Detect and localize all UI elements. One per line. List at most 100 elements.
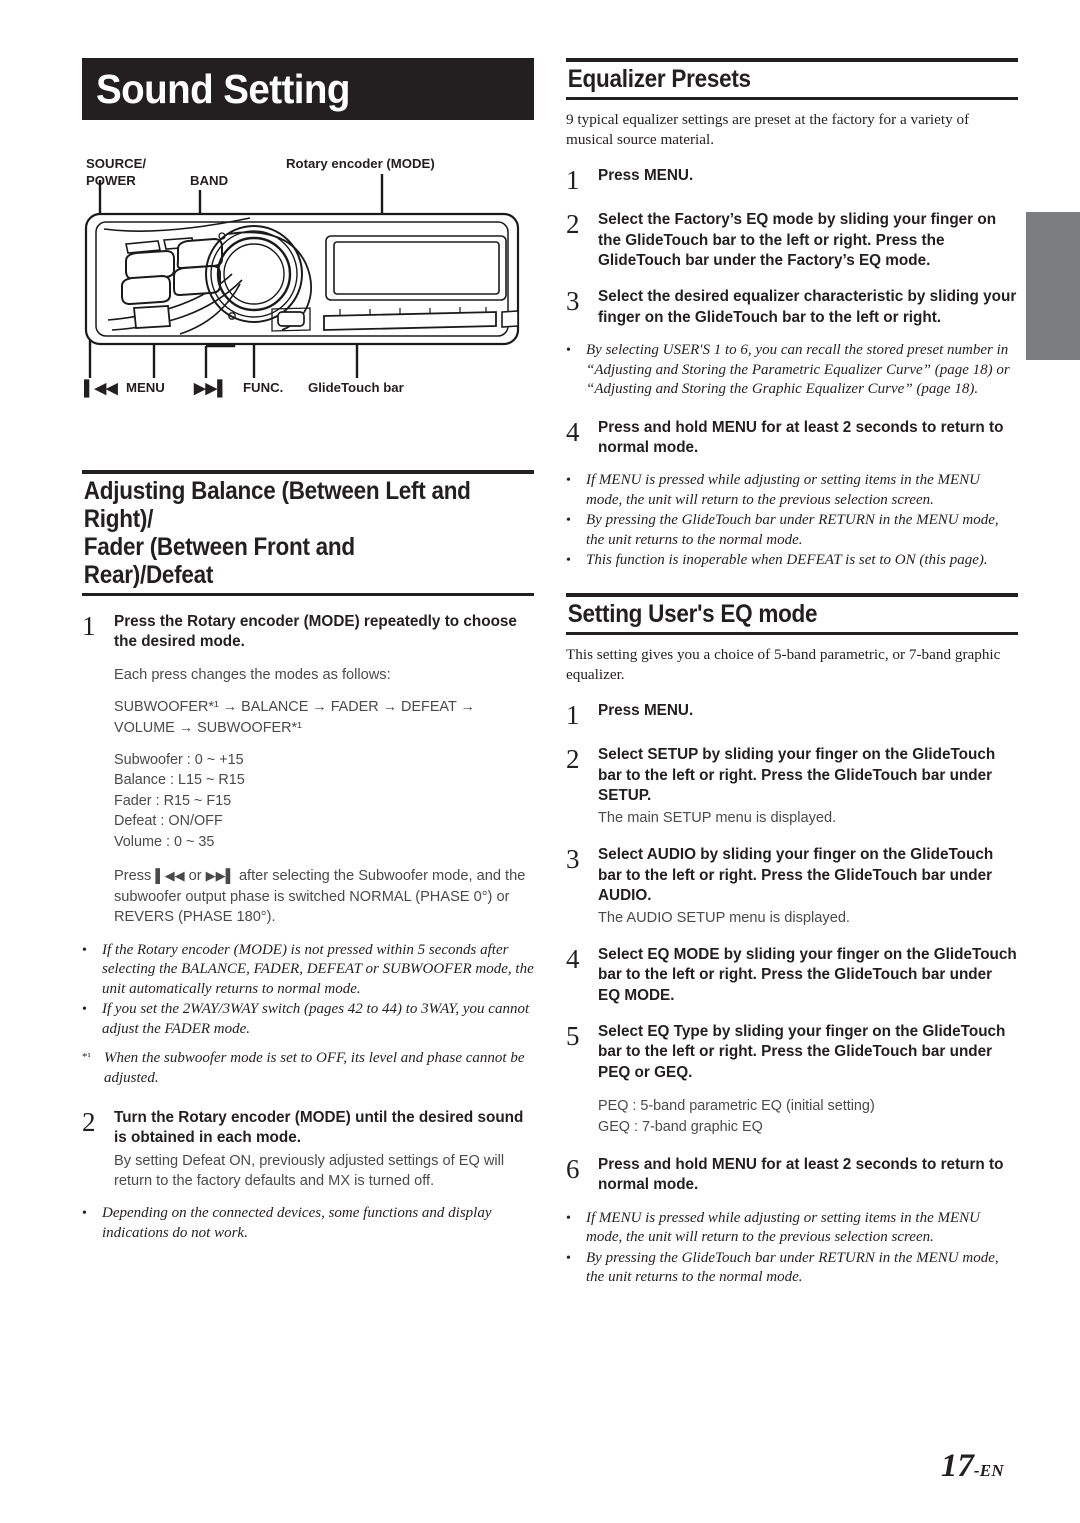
page-number-footer: 17-EN xyxy=(941,1448,1004,1485)
bullet-icon: • xyxy=(566,513,571,529)
step-number: 3 xyxy=(566,286,580,317)
step-subtext: The AUDIO SETUP menu is displayed. xyxy=(598,910,850,927)
notes-after-step3: • By selecting USER'S 1 to 6, you can re… xyxy=(566,341,1018,400)
step-item: 1 Press MENU. xyxy=(566,701,1018,729)
note-item: • This function is inoperable when DEFEA… xyxy=(566,551,1018,571)
each-press-text: Each press changes the modes as follows: xyxy=(114,666,391,683)
note-item: • By selecting USER'S 1 to 6, you can re… xyxy=(566,341,1018,400)
note-item: • If MENU is pressed while adjusting or … xyxy=(566,471,1018,510)
heading-rule-bottom xyxy=(566,631,1018,635)
step-item: 6 Press and hold MENU for at least 2 sec… xyxy=(566,1155,1018,1196)
step-number: 6 xyxy=(566,1154,580,1184)
step-item: 3 Select the desired equalizer character… xyxy=(566,287,1018,328)
eq-type-item: GEQ : 7-band graphic EQ xyxy=(598,1118,763,1135)
note-item: • By pressing the GlideTouch bar under R… xyxy=(566,1249,1018,1288)
note-item: • If you set the 2WAY/3WAY switch (pages… xyxy=(82,1000,534,1039)
step-number: 2 xyxy=(566,744,580,775)
bullet-icon: • xyxy=(82,1002,87,1018)
step-text: Select the desired equalizer characteris… xyxy=(598,288,1017,326)
range-item: Balance : L15 ~ R15 xyxy=(114,772,245,789)
step-text: Select the Factory’s EQ mode by sliding … xyxy=(598,211,997,270)
note-text: Depending on the connected devices, some… xyxy=(102,1205,492,1241)
step-number: 2 xyxy=(82,1107,96,1138)
page-language-suffix: -EN xyxy=(973,1461,1004,1480)
step-text: Select EQ MODE by sliding your finger on… xyxy=(598,946,1017,1004)
step-number: 1 xyxy=(566,700,580,731)
note-text: By pressing the GlideTouch bar under RET… xyxy=(586,512,999,548)
step-text: Press MENU. xyxy=(598,167,694,185)
note-item: • Depending on the connected devices, so… xyxy=(82,1204,534,1243)
step-text: Press MENU. xyxy=(598,702,694,720)
note-item: • By pressing the GlideTouch bar under R… xyxy=(566,511,1018,550)
note-text: If MENU is pressed while adjusting or se… xyxy=(586,472,981,508)
users-eq-intro: This setting gives you a choice of 5-ban… xyxy=(566,645,1001,684)
note-text: By pressing the GlideTouch bar under RET… xyxy=(586,1249,999,1286)
range-item: Subwoofer : 0 ~ +15 xyxy=(114,752,244,769)
left-column: Sound Setting SOURCE/POWER BAND Rotary e… xyxy=(82,58,534,1244)
bullet-icon: • xyxy=(566,553,571,569)
mode-flow-line-2: VOLUME → SUBWOOFER*¹ xyxy=(114,719,302,736)
note-text: If the Rotary encoder (MODE) is not pres… xyxy=(102,941,534,997)
mode-flow: SUBWOOFER*¹ → BALANCE → FADER → DEFEAT →… xyxy=(114,697,534,738)
step-text: Select SETUP by sliding your finger on t… xyxy=(598,746,996,804)
users-eq-notes: • If MENU is pressed while adjusting or … xyxy=(566,1209,1018,1288)
head-unit-illustration xyxy=(84,174,520,378)
note-item: • If MENU is pressed while adjusting or … xyxy=(566,1209,1018,1248)
heading-rule-bottom xyxy=(566,97,1018,100)
note-text: If MENU is pressed while adjusting or se… xyxy=(586,1209,981,1246)
step-number: 5 xyxy=(566,1021,580,1052)
section-heading-text: Setting User's EQ mode xyxy=(567,599,818,628)
step-number: 4 xyxy=(566,416,580,447)
phase-note: Press ▌◀◀ or ▶▶▌ after selecting the Sub… xyxy=(114,868,526,926)
step-item: 2 Select the Factory’s EQ mode by slidin… xyxy=(566,210,1018,271)
step-item: 5 Select EQ Type by sliding your finger … xyxy=(566,1022,1018,1083)
bullet-icon: • xyxy=(82,1206,87,1222)
step-number: 1 xyxy=(566,165,580,196)
section-equalizer-presets: Equalizer Presets xyxy=(566,58,1018,100)
step-item: 3 Select AUDIO by sliding your finger on… xyxy=(566,845,1018,906)
right-column: Equalizer Presets 9 typical equalizer se… xyxy=(566,58,1018,1289)
eq-presets-intro: 9 typical equalizer settings are preset … xyxy=(566,111,970,149)
step-text: Turn the Rotary encoder (MODE) until the… xyxy=(114,1109,524,1147)
note-text: This function is inoperable when DEFEAT … xyxy=(586,552,988,569)
bullet-icon: • xyxy=(566,1210,571,1226)
prev-track-icon: ▌◀◀ xyxy=(155,868,185,884)
step-subtext: The main SETUP menu is displayed. xyxy=(598,810,837,827)
eq-presets-notes: • If MENU is pressed while adjusting or … xyxy=(566,471,1018,571)
heading-rule-bottom xyxy=(82,593,534,596)
note-text: If you set the 2WAY/3WAY switch (pages 4… xyxy=(102,1001,530,1037)
head-unit-diagram: SOURCE/POWER BAND Rotary encoder (MODE) … xyxy=(82,134,534,464)
step-subtext: By setting Defeat ON, previously adjuste… xyxy=(114,1152,505,1189)
eq-type-item: PEQ : 5-band parametric EQ (initial sett… xyxy=(598,1098,875,1115)
section-heading-text: Equalizer Presets xyxy=(567,65,751,93)
bullet-icon: • xyxy=(566,473,571,489)
notes-group-1: • If the Rotary encoder (MODE) is not pr… xyxy=(82,941,534,1089)
page-edge-tab-marker xyxy=(1026,212,1080,360)
mode-flow-line-1: SUBWOOFER*¹ → BALANCE → FADER → DEFEAT → xyxy=(114,699,475,716)
step-text: Press and hold MENU for at least 2 secon… xyxy=(598,418,1004,456)
chapter-title: Sound Setting xyxy=(96,65,350,112)
step-item: 4 Press and hold MENU for at least 2 sec… xyxy=(566,418,1018,459)
bullet-icon: • xyxy=(82,942,87,958)
range-item: Defeat : ON/OFF xyxy=(114,813,223,830)
step-item: 2 Select SETUP by sliding your finger on… xyxy=(566,745,1018,806)
step-text: Press and hold MENU for at least 2 secon… xyxy=(598,1156,1004,1194)
bullet-icon: • xyxy=(566,343,571,359)
step-text: Select AUDIO by sliding your finger on t… xyxy=(598,846,994,904)
next-track-icon: ▶▶▌ xyxy=(205,868,235,884)
manual-page: Sound Setting SOURCE/POWER BAND Rotary e… xyxy=(0,0,1080,1523)
note-text: By selecting USER'S 1 to 6, you can reca… xyxy=(586,342,1010,398)
section-users-eq-mode: Setting User's EQ mode xyxy=(566,592,1018,635)
page-number: 17 xyxy=(940,1448,974,1484)
step-text: Press the Rotary encoder (MODE) repeated… xyxy=(114,613,517,651)
section-adjusting-balance: Adjusting Balance (Between Left and Righ… xyxy=(82,470,534,596)
section-heading-text: Adjusting Balance (Between Left and Righ… xyxy=(83,477,471,589)
step-item: 4 Select EQ MODE by sliding your finger … xyxy=(566,945,1018,1006)
chapter-banner: Sound Setting xyxy=(82,58,534,120)
note-item: • If the Rotary encoder (MODE) is not pr… xyxy=(82,941,534,1000)
step-number: 1 xyxy=(82,611,96,641)
step-number: 3 xyxy=(566,844,580,875)
range-list: Subwoofer : 0 ~ +15 Balance : L15 ~ R15 … xyxy=(114,750,534,852)
eq-type-list: PEQ : 5-band parametric EQ (initial sett… xyxy=(598,1096,1018,1137)
step-number: 4 xyxy=(566,944,580,975)
